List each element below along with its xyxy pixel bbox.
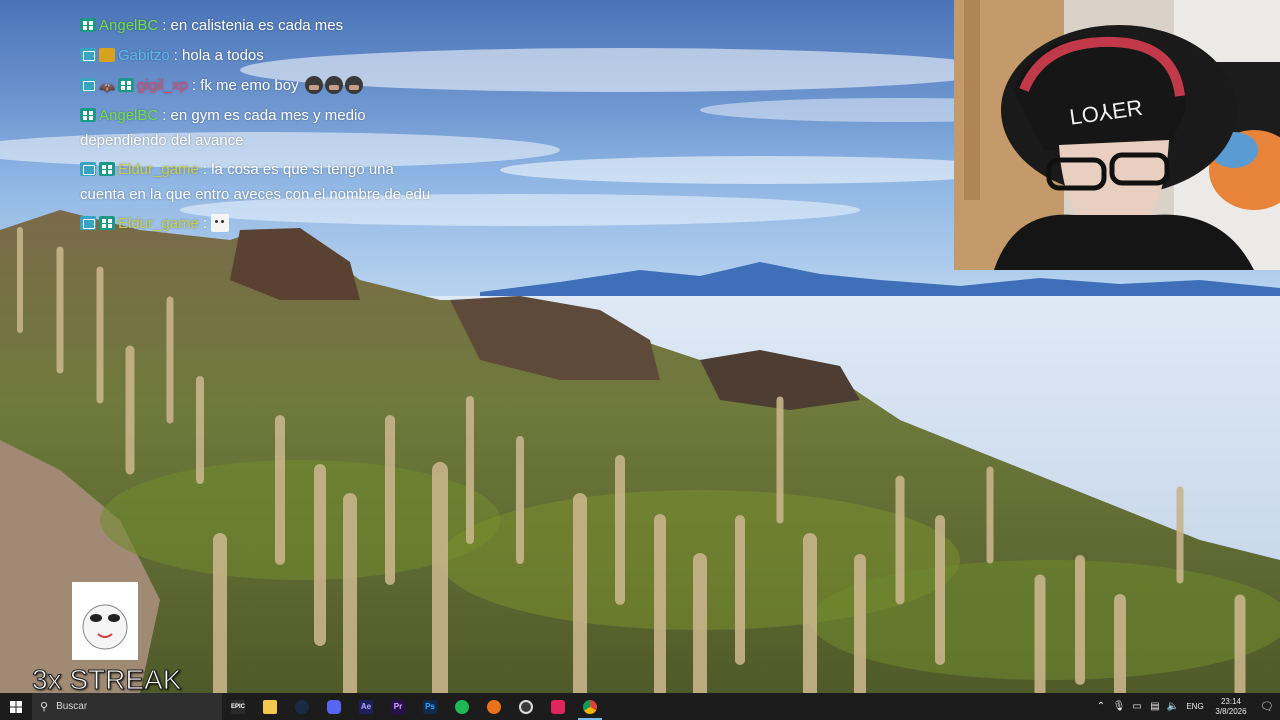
- steam-icon: [295, 699, 309, 714]
- chat-username: gigil_xp: [137, 77, 188, 94]
- ghost-cat-image: [72, 582, 138, 660]
- spotify-icon: [455, 699, 469, 714]
- system-tray: ⌃ 🎙 ▭ ▤ 🔈 ENG 23:14 3/8/2026 🗨: [1092, 693, 1280, 720]
- emote-icon: [304, 76, 323, 94]
- subscriber-badge-icon: [80, 108, 96, 122]
- search-icon: ⚲: [40, 701, 49, 713]
- chat-message: AngelBC: en calistenia es cada mes: [80, 13, 343, 38]
- subscriber-badge-icon: [99, 216, 115, 230]
- chat-text-continued: dependiendo del avance: [80, 132, 244, 149]
- discord-icon: [327, 699, 341, 714]
- chat-text: : fk me emo boy: [191, 77, 299, 94]
- firefox-icon: [487, 699, 501, 714]
- photoshop-icon: Ps: [423, 699, 437, 714]
- windows-taskbar: ⚲ Buscar EPIC Ae Pr Ps ⌃ 🎙 ▭ ▤ 🔈 ENG 23:…: [0, 693, 1280, 720]
- taskbar-app-steam[interactable]: [286, 693, 318, 720]
- chat-message: AngelBC: en gym es cada mes y medio: [80, 103, 366, 128]
- streak-overlay: 3x STREAK: [31, 582, 192, 696]
- streak-label: 3x STREAK: [31, 664, 182, 696]
- clock-time: 23:14: [1220, 696, 1242, 706]
- network-icon[interactable]: ▤: [1146, 701, 1164, 712]
- premiere-pro-icon: Pr: [391, 699, 405, 714]
- notification-icon[interactable]: 🗨: [1254, 700, 1280, 713]
- chrome-icon: [583, 699, 597, 714]
- chat-username: AngelBC: [99, 17, 159, 34]
- cat-emote-icon: [211, 214, 230, 232]
- taskbar-app-obs[interactable]: [510, 693, 542, 720]
- streamer-webcam-image: LO⅄ER: [954, 0, 1280, 270]
- subscriber-badge-icon: [118, 78, 134, 92]
- emote-icon: [324, 76, 343, 94]
- taskbar-app-epic-games[interactable]: EPIC: [222, 693, 254, 720]
- language-indicator[interactable]: ENG: [1182, 702, 1208, 711]
- taskbar-app-tiktok[interactable]: [542, 693, 574, 720]
- crown-badge-icon: [99, 48, 115, 62]
- chat-text: : en gym es cada mes y medio: [162, 107, 366, 124]
- start-button[interactable]: [0, 693, 32, 720]
- volume-icon[interactable]: 🔈: [1164, 701, 1182, 712]
- taskbar-app-spotify[interactable]: [446, 693, 478, 720]
- prime-badge-icon: [80, 216, 96, 230]
- chevron-up-icon[interactable]: ⌃: [1092, 701, 1110, 712]
- chat-message: 🦇 gigil_xp: fk me emo boy: [80, 73, 363, 98]
- taskbar-app-premiere-pro[interactable]: Pr: [382, 693, 414, 720]
- subscriber-badge-icon: [80, 18, 96, 32]
- chat-text: : hola a todos: [173, 47, 264, 64]
- chat-message: Gabitzo: hola a todos: [80, 43, 264, 68]
- prime-badge-icon: [80, 162, 96, 176]
- taskbar-app-discord[interactable]: [318, 693, 350, 720]
- clock-date: 3/8/2026: [1215, 706, 1247, 716]
- prime-badge-icon: [80, 48, 96, 62]
- taskbar-app-file-explorer[interactable]: [254, 693, 286, 720]
- folder-icon: [263, 699, 277, 714]
- chat-username: Eldur_game: [118, 215, 199, 232]
- chat-text-continued: cuenta en la que entro aveces con el nom…: [80, 186, 431, 203]
- chat-text: : la cosa es que si tengo una: [202, 161, 394, 178]
- chat-username: Gabitzo: [118, 47, 170, 64]
- obs-icon: [519, 699, 533, 714]
- chat-message: Eldur_game: la cosa es que si tengo una: [80, 157, 394, 182]
- bat-badge-icon: 🦇: [99, 80, 116, 95]
- tiktok-icon: [551, 699, 565, 714]
- subscriber-badge-icon: [99, 162, 115, 176]
- search-input[interactable]: ⚲ Buscar: [32, 693, 222, 720]
- epic-games-icon: EPIC: [231, 699, 245, 714]
- chat-text: : en calistenia es cada mes: [162, 17, 344, 34]
- taskbar-app-after-effects[interactable]: Ae: [350, 693, 382, 720]
- after-effects-icon: Ae: [359, 699, 373, 714]
- prime-badge-icon: [80, 78, 96, 92]
- chat-username: Eldur_game: [118, 161, 199, 178]
- windows-logo-icon: [10, 700, 22, 713]
- webcam-feed: LO⅄ER: [954, 0, 1280, 270]
- chat-message: Eldur_game:: [80, 211, 230, 236]
- clock[interactable]: 23:14 3/8/2026: [1208, 697, 1254, 717]
- search-placeholder: Buscar: [56, 701, 88, 712]
- chat-username: AngelBC: [99, 107, 159, 124]
- microphone-icon[interactable]: 🎙: [1110, 701, 1128, 712]
- taskbar-app-chrome[interactable]: [574, 693, 606, 720]
- taskbar-app-photoshop[interactable]: Ps: [414, 693, 446, 720]
- taskbar-app-firefox[interactable]: [478, 693, 510, 720]
- battery-icon[interactable]: ▭: [1128, 701, 1146, 712]
- chat-text: :: [202, 215, 208, 232]
- emote-icon: [344, 76, 363, 94]
